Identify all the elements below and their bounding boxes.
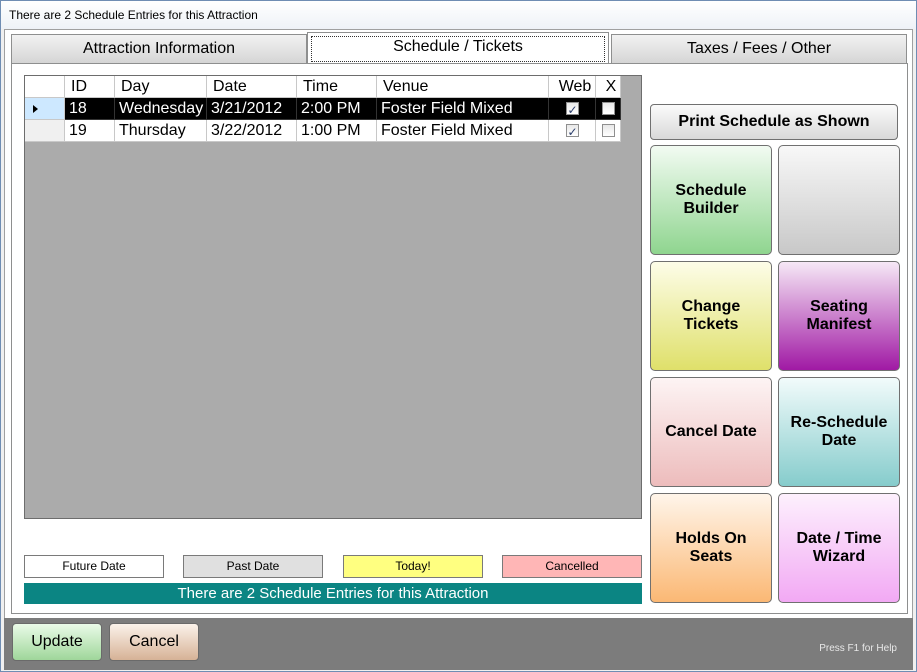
- row-header[interactable]: [25, 98, 65, 120]
- blank-button[interactable]: [778, 145, 900, 255]
- table-row[interactable]: 19 Thursday 3/22/2012 1:00 PM Foster Fie…: [25, 120, 621, 142]
- holds-on-seats-button[interactable]: Holds On Seats: [650, 493, 772, 603]
- cell-id[interactable]: 19: [65, 120, 115, 142]
- window-title: There are 2 Schedule Entries for this At…: [1, 1, 916, 29]
- legend-cancelled: Cancelled: [502, 555, 642, 578]
- column-header-id[interactable]: ID: [65, 76, 115, 98]
- change-tickets-button[interactable]: Change Tickets: [650, 261, 772, 371]
- column-header-date[interactable]: Date: [207, 76, 297, 98]
- cell-x: [596, 98, 621, 120]
- column-header-time[interactable]: Time: [297, 76, 377, 98]
- header-corner: [25, 76, 65, 98]
- tab-label: Attraction Information: [82, 40, 236, 57]
- schedule-tab-panel: ID Day Date Time Venue Web X 18 Wednesda…: [11, 63, 908, 614]
- table-row[interactable]: 18 Wednesday 3/21/2012 2:00 PM Foster Fi…: [25, 98, 621, 120]
- schedule-builder-button[interactable]: Schedule Builder: [650, 145, 772, 255]
- tab-bar: Attraction Information Schedule / Ticket…: [11, 32, 907, 65]
- focus-rect: [311, 36, 605, 62]
- tab-attraction-information[interactable]: Attraction Information: [11, 34, 307, 64]
- print-schedule-button[interactable]: Print Schedule as Shown: [650, 104, 898, 140]
- column-header-web[interactable]: Web: [549, 76, 596, 98]
- legend-today: Today!: [343, 555, 483, 578]
- current-row-arrow-icon: [33, 105, 38, 113]
- grid-header: ID Day Date Time Venue Web X: [25, 76, 621, 98]
- cell-venue[interactable]: Foster Field Mixed: [377, 98, 549, 120]
- legend-past-date: Past Date: [183, 555, 323, 578]
- cell-id[interactable]: 18: [65, 98, 115, 120]
- tab-schedule-tickets[interactable]: Schedule / Tickets: [307, 32, 609, 65]
- reschedule-date-button[interactable]: Re-Schedule Date: [778, 377, 900, 487]
- tab-taxes-fees-other[interactable]: Taxes / Fees / Other: [611, 34, 907, 64]
- seating-manifest-button[interactable]: Seating Manifest: [778, 261, 900, 371]
- cell-day[interactable]: Wednesday: [115, 98, 207, 120]
- web-checkbox[interactable]: [565, 100, 579, 119]
- update-button[interactable]: Update: [12, 623, 102, 661]
- column-header-day[interactable]: Day: [115, 76, 207, 98]
- legend-future-date: Future Date: [24, 555, 164, 578]
- row-header[interactable]: [25, 120, 65, 142]
- x-checkbox[interactable]: [601, 102, 615, 115]
- date-time-wizard-button[interactable]: Date / Time Wizard: [778, 493, 900, 603]
- tab-label: Taxes / Fees / Other: [686, 40, 832, 57]
- bottom-bar: Update Cancel Press F1 for Help: [4, 618, 913, 670]
- web-checkbox[interactable]: [565, 122, 579, 141]
- cell-venue[interactable]: Foster Field Mixed: [377, 120, 549, 142]
- column-header-x[interactable]: X: [596, 76, 621, 98]
- cell-time[interactable]: 1:00 PM: [297, 120, 377, 142]
- schedule-grid[interactable]: ID Day Date Time Venue Web X 18 Wednesda…: [24, 75, 642, 519]
- cancel-button[interactable]: Cancel: [109, 623, 199, 661]
- cell-day[interactable]: Thursday: [115, 120, 207, 142]
- cell-web: [549, 120, 596, 142]
- cancel-date-button[interactable]: Cancel Date: [650, 377, 772, 487]
- help-hint: Press F1 for Help: [819, 643, 897, 654]
- client-area: Attraction Information Schedule / Ticket…: [4, 29, 913, 670]
- column-header-venue[interactable]: Venue: [377, 76, 549, 98]
- main-window: There are 2 Schedule Entries for this At…: [0, 0, 917, 672]
- cell-time[interactable]: 2:00 PM: [297, 98, 377, 120]
- cell-x: [596, 120, 621, 142]
- x-checkbox[interactable]: [601, 124, 615, 137]
- cell-date[interactable]: 3/22/2012: [207, 120, 297, 142]
- cell-date[interactable]: 3/21/2012: [207, 98, 297, 120]
- cell-web: [549, 98, 596, 120]
- status-message: There are 2 Schedule Entries for this At…: [24, 583, 642, 604]
